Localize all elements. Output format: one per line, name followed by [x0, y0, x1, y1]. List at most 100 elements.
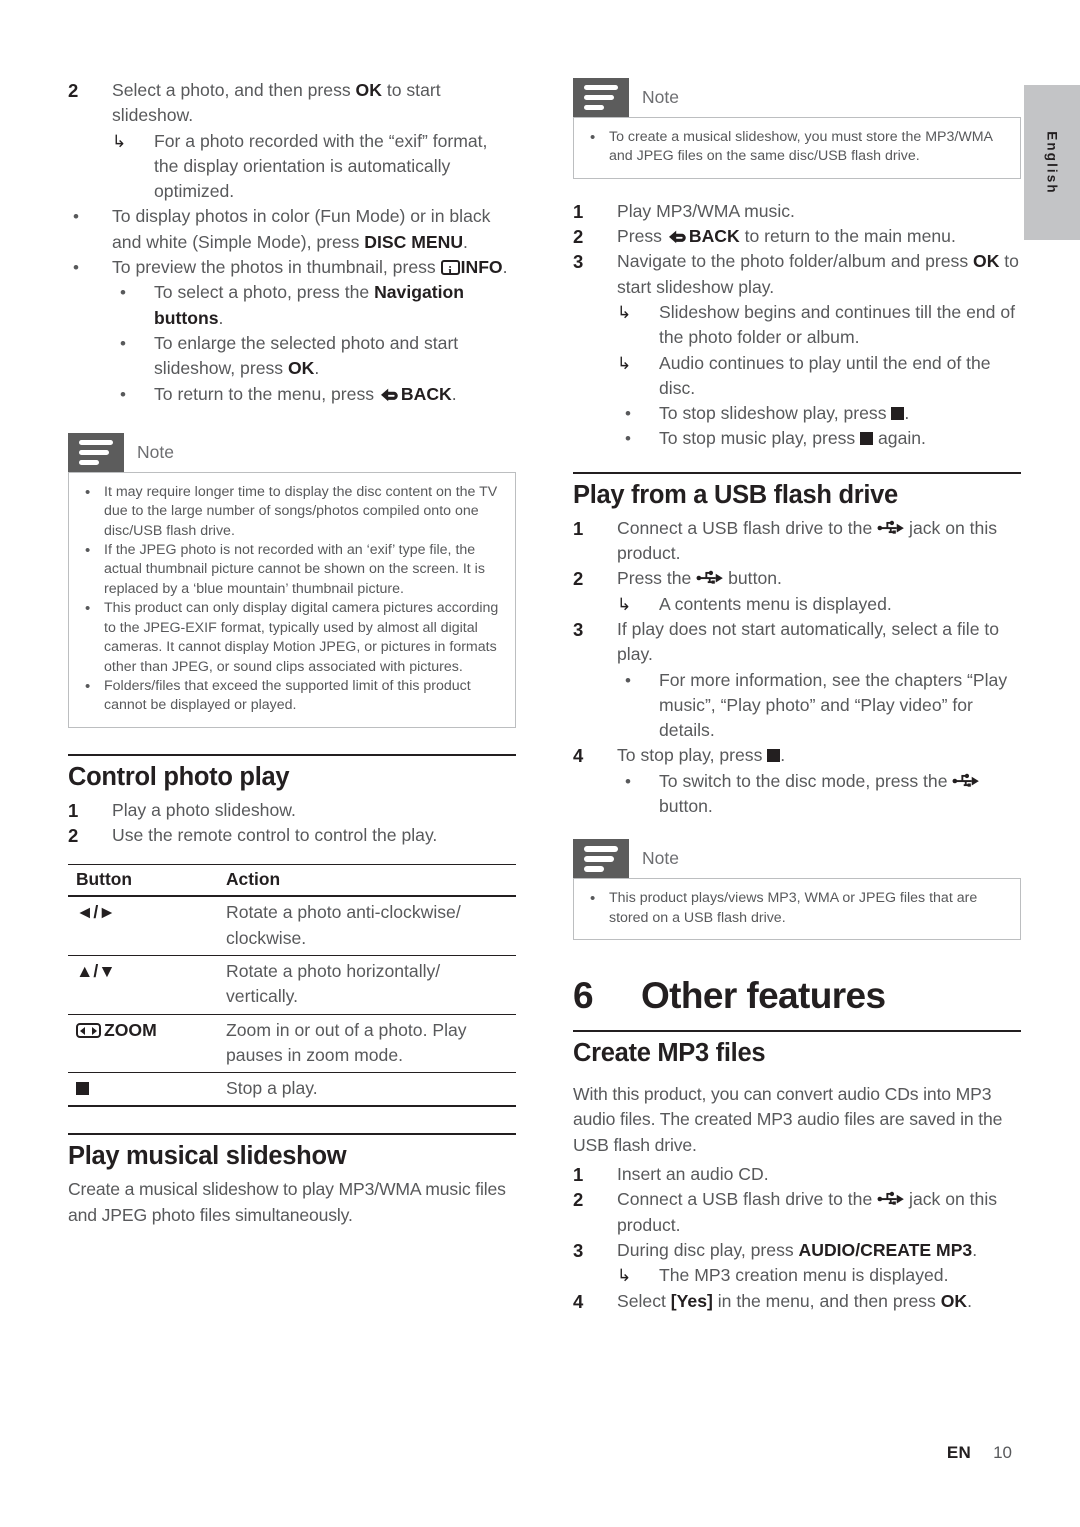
bullet-marker-icon: • [625, 404, 631, 424]
bullet-marker-icon: • [85, 600, 91, 618]
step-number: 1 [68, 799, 79, 821]
bullet-text-b: again. [873, 428, 926, 449]
step-play-music: 1 Play MP3/WMA music. [573, 199, 1021, 224]
step-number: 2 [573, 226, 584, 248]
step-text: Press BACK to return to the main menu. [617, 224, 1021, 249]
table-row: ◄/► Rotate a photo anti-clockwise/ clock… [68, 896, 516, 956]
note-header: Note [573, 78, 1021, 117]
language-tab: English [1024, 85, 1080, 240]
step-text: Play MP3/WMA music. [617, 200, 795, 221]
step-number: 4 [573, 745, 584, 767]
note-icon [573, 839, 629, 879]
cell-action: Rotate a photo horizontally/ vertically. [218, 955, 516, 1015]
bullet-select-photo: • To select a photo, press the Navigatio… [68, 280, 516, 331]
step-text-b: . [972, 1239, 978, 1260]
step-text-a: Press the [617, 568, 697, 589]
heading-control-photo-play: Control photo play [68, 762, 290, 791]
chapter-number: 6 [573, 975, 594, 1017]
step-text-a: Connect a USB flash drive to the [617, 517, 878, 538]
result-text: The MP3 creation menu is displayed. [659, 1265, 949, 1286]
arrow-marker-icon: ↳ [112, 131, 127, 151]
step-text-c: . [967, 1290, 973, 1311]
step-text: During disc play, press AUDIO/CREATE MP3… [617, 1238, 1021, 1263]
step-number: 2 [573, 1189, 584, 1211]
cell-button-up-down: ▲/▼ [68, 955, 218, 1015]
note-header: Note [573, 839, 1021, 879]
step-text: Connect a USB flash drive to the jack on… [617, 516, 1021, 567]
arrow-marker-icon: ↳ [617, 1266, 632, 1286]
step-press-back: 2 Press BACK to return to the main menu. [573, 224, 1021, 249]
note-icon-bars [584, 846, 618, 872]
bullet-text-a: To stop music play, press [659, 428, 861, 449]
step-number: 2 [68, 825, 79, 847]
bullet-text-b: . [463, 231, 468, 252]
note-item: • If the JPEG photo is not recorded with … [79, 541, 501, 599]
bullet-more-information: • For more information, see the chapters… [573, 668, 1021, 744]
step-number: 2 [68, 80, 79, 101]
bullet-text-a: To switch to the disc mode, press the [659, 770, 953, 791]
cell-action: Zoom in or out of a photo. Play pauses i… [218, 1014, 516, 1074]
language-tab-label: English [1044, 130, 1060, 195]
step-text-a: Navigate to the photo folder/album and p… [617, 251, 974, 272]
ok-keyword: OK [940, 1290, 968, 1311]
note-icon-bars [79, 439, 113, 466]
note-body: • It may require longer time to display t… [68, 471, 516, 728]
section-rule [573, 471, 1021, 474]
result-text: A contents menu is displayed. [659, 593, 892, 614]
step-press-audio-create-mp3: 3 During disc play, press AUDIO/CREATE M… [573, 1238, 1021, 1263]
step-text: To stop play, press . [617, 743, 1021, 768]
footer-language-code: EN [946, 1443, 972, 1462]
note-item: • Folders/files that exceed the supported… [79, 677, 501, 716]
back-arrow-icon [668, 230, 686, 244]
bullet-text: To stop slideshow play, press . [659, 401, 1021, 426]
note-title: Note [137, 441, 174, 462]
note-item: • To create a musical slideshow, you must… [584, 128, 1006, 167]
bullet-marker-icon: • [73, 207, 79, 227]
result-contents-menu: ↳ A contents menu is displayed. [573, 592, 1021, 617]
column-header-action: Action [218, 865, 516, 898]
arrow-marker-icon: ↳ [617, 594, 632, 614]
cell-button-stop [68, 1072, 218, 1108]
step-text-a: Connect a USB flash drive to the [617, 1189, 878, 1210]
bullet-text: For more information, see the chapters “… [659, 669, 1008, 741]
step-text: Use the remote control to control the pl… [112, 825, 438, 846]
step-number: 1 [573, 200, 584, 222]
step-number: 2 [573, 568, 584, 590]
step-number: 1 [573, 1164, 584, 1186]
bullet-text-b: . [451, 383, 457, 404]
step-text-b: to return to the main menu. [739, 226, 956, 247]
result-exif-format: ↳ For a photo recorded with the “exif” f… [68, 129, 516, 205]
info-keyword: INFO [460, 257, 503, 278]
column-header-button: Button [68, 865, 218, 898]
bullet-marker-icon: • [85, 677, 91, 695]
section-rule [573, 1030, 1021, 1033]
step-play-slideshow: 1 Play a photo slideshow. [68, 798, 516, 823]
stop-square-icon [891, 407, 905, 421]
chapter-title: Other features [641, 975, 886, 1017]
bullet-marker-icon: • [590, 890, 596, 908]
bullet-return-menu: • To return to the menu, press BACK. [68, 382, 516, 407]
note-header: Note [68, 432, 516, 472]
bullet-text: To display photos in color (Fun Mode) or… [112, 204, 516, 255]
note-item: • This product plays/views MP3, WMA or JP… [584, 889, 1006, 928]
cell-action: Stop a play. [218, 1072, 516, 1108]
stop-square-icon [76, 1082, 89, 1096]
bullet-text: To enlarge the selected photo and start … [154, 331, 516, 382]
note-item: • This product can only display digital c… [79, 599, 501, 677]
stop-square-icon [860, 432, 874, 446]
bullet-text-a: To preview the photos in thumbnail, pres… [112, 257, 441, 278]
bullet-text-b: . [502, 257, 508, 278]
bullet-stop-slideshow: • To stop slideshow play, press . [573, 401, 1021, 426]
arrow-marker-icon: ↳ [617, 303, 632, 322]
zoom-icon [76, 1022, 101, 1038]
manual-page: English 2 Select a photo, and then press… [0, 0, 1080, 1527]
usb-icon [696, 571, 724, 585]
info-icon [440, 258, 460, 283]
step-text: Play a photo slideshow. [112, 799, 296, 820]
section-rule [68, 753, 516, 756]
cell-button-zoom: ZOOM [68, 1014, 218, 1074]
bullet-stop-music: • To stop music play, press again. [573, 426, 1021, 451]
paragraph-musical-slideshow: Create a musical slideshow to play MP3/W… [68, 1179, 506, 1225]
note-item: • It may require longer time to display t… [79, 483, 501, 541]
note-body: • To create a musical slideshow, you must… [573, 117, 1021, 179]
